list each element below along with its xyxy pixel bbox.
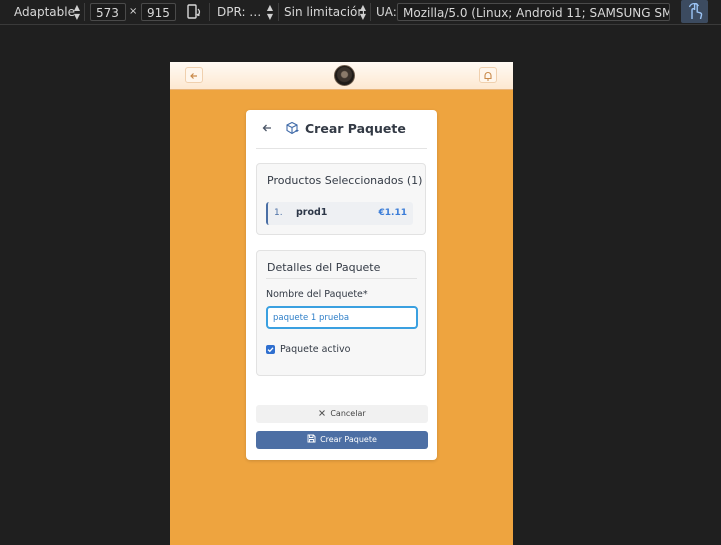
cancel-button-label: Cancelar bbox=[330, 409, 366, 418]
throttling-select[interactable]: Sin limitación ▲ ▼ bbox=[284, 3, 366, 21]
width-value: 573 bbox=[96, 6, 119, 20]
save-icon bbox=[307, 434, 316, 443]
back-arrow-icon[interactable] bbox=[261, 122, 273, 134]
mobile-viewport: Crear Paquete Productos Seleccionados (1… bbox=[170, 62, 513, 545]
throttling-label: Sin limitación bbox=[284, 5, 365, 19]
rotate-icon[interactable] bbox=[186, 3, 202, 21]
user-agent-value: Mozilla/5.0 (Linux; Android 11; SAMSUNG … bbox=[403, 6, 669, 20]
select-arrows-icon: ▲ ▼ bbox=[73, 3, 80, 21]
dpr-select[interactable]: DPR: … ▲ ▼ bbox=[217, 3, 273, 21]
user-agent-input[interactable]: Mozilla/5.0 (Linux; Android 11; SAMSUNG … bbox=[397, 3, 670, 21]
user-avatar[interactable] bbox=[334, 65, 355, 86]
touch-toggle-button[interactable] bbox=[681, 0, 708, 23]
bell-icon bbox=[484, 72, 492, 81]
active-checkbox-label: Paquete activo bbox=[280, 344, 351, 355]
product-name: prod1 bbox=[296, 207, 328, 218]
header-back-button[interactable] bbox=[185, 67, 203, 83]
active-checkbox[interactable] bbox=[266, 345, 275, 354]
app-header bbox=[170, 62, 513, 90]
height-value: 915 bbox=[147, 6, 170, 20]
touch-hand-icon bbox=[688, 3, 703, 20]
divider bbox=[370, 3, 371, 21]
package-name-label: Nombre del Paquete* bbox=[266, 289, 368, 300]
page-title: Crear Paquete bbox=[305, 121, 406, 136]
ua-label: UA: bbox=[376, 5, 397, 19]
product-index: 1. bbox=[274, 208, 283, 218]
back-arrow-icon bbox=[190, 73, 197, 79]
create-package-card: Crear Paquete Productos Seleccionados (1… bbox=[246, 110, 437, 460]
height-input[interactable]: 915 bbox=[141, 3, 176, 21]
divider bbox=[266, 278, 417, 279]
device-mode-select[interactable]: Adaptable ▲ ▼ bbox=[14, 3, 80, 21]
dpr-label: DPR: … bbox=[217, 5, 262, 19]
select-arrows-icon: ▲ ▼ bbox=[266, 3, 273, 21]
device-toolbar: Adaptable ▲ ▼ 573 × 915 DPR: … ▲ ▼ Sin lim… bbox=[0, 0, 721, 25]
package-plus-icon bbox=[286, 121, 299, 135]
cancel-button[interactable]: Cancelar bbox=[256, 405, 428, 423]
notifications-button[interactable] bbox=[479, 67, 497, 83]
package-details-section: Detalles del Paquete Nombre del Paquete*… bbox=[256, 250, 426, 376]
close-icon bbox=[319, 409, 326, 416]
list-item[interactable]: 1. prod1 €1.11 bbox=[266, 202, 413, 225]
selected-products-title: Productos Seleccionados (1) bbox=[267, 174, 423, 187]
package-details-title: Detalles del Paquete bbox=[267, 261, 381, 274]
device-mode-label: Adaptable bbox=[14, 5, 75, 19]
divider bbox=[278, 3, 279, 21]
create-package-button[interactable]: Crear Paquete bbox=[256, 431, 428, 449]
dimension-separator: × bbox=[129, 6, 138, 17]
checkmark-icon bbox=[267, 347, 274, 353]
selected-products-section: Productos Seleccionados (1) 1. prod1 €1.… bbox=[256, 163, 426, 235]
create-package-button-label: Crear Paquete bbox=[320, 435, 377, 444]
package-name-input[interactable] bbox=[266, 306, 418, 329]
product-price: €1.11 bbox=[378, 208, 407, 218]
divider bbox=[209, 3, 210, 21]
divider bbox=[84, 3, 85, 21]
card-header: Crear Paquete bbox=[256, 110, 427, 149]
width-input[interactable]: 573 bbox=[90, 3, 126, 21]
select-arrows-icon: ▲ ▼ bbox=[359, 3, 366, 21]
